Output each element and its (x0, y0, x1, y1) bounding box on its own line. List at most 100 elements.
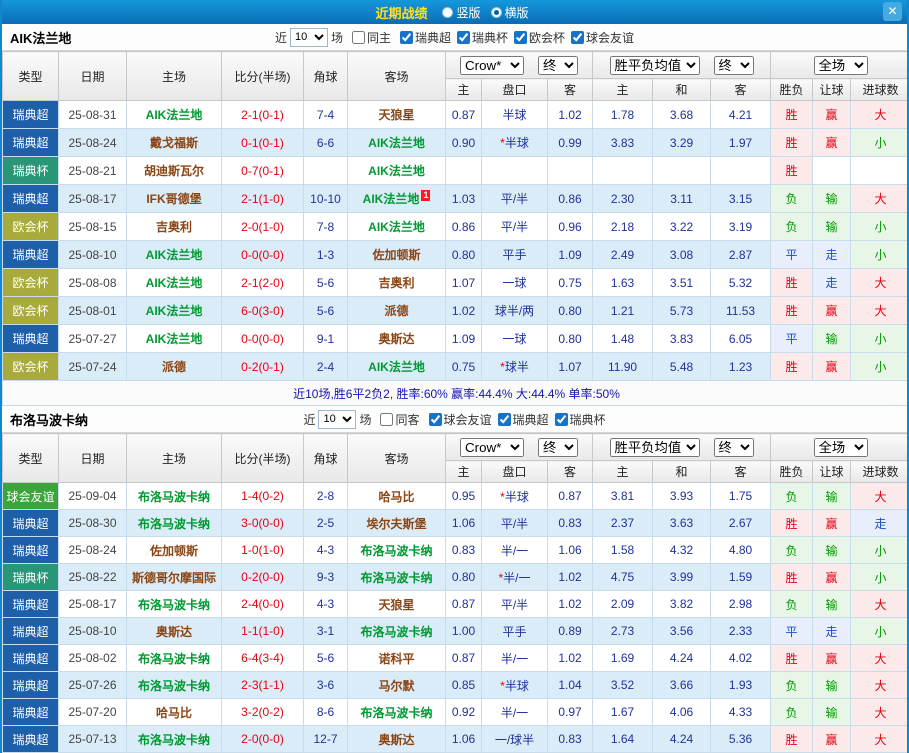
league-checkbox[interactable] (514, 30, 528, 44)
handicap-result-cell: 输 (812, 482, 852, 510)
league-checkbox[interactable] (571, 30, 585, 44)
league-checkbox[interactable] (497, 412, 511, 426)
home-team-cell[interactable]: 布洛马波卡纳 (126, 590, 222, 618)
scope-group-header: 全场 (770, 51, 907, 79)
home-team-cell[interactable]: 派德 (126, 352, 222, 381)
league-checkbox[interactable] (428, 412, 442, 426)
away-team-cell[interactable]: 布洛马波卡纳 (347, 536, 446, 564)
away-team-cell[interactable]: AIK法兰地 (347, 352, 446, 381)
away-team-cell[interactable]: 布洛马波卡纳 (347, 698, 446, 726)
scope-group-header: 全场 (770, 433, 907, 461)
avg-win-cell: 2.73 (592, 617, 654, 645)
home-team-cell[interactable]: 奥斯达 (126, 617, 222, 645)
league-type-cell: 欧会杯 (2, 212, 59, 241)
home-team-cell[interactable]: 布洛马波卡纳 (126, 482, 222, 510)
away-team-cell[interactable]: 布洛马波卡纳 (347, 617, 446, 645)
avg-source-select[interactable]: 胜平负均值 (609, 437, 700, 457)
same-venue-checkbox[interactable] (351, 30, 365, 44)
home-team-cell[interactable]: 布洛马波卡纳 (126, 509, 222, 537)
corner-cell: 4-3 (303, 536, 348, 564)
corner-cell: 2-4 (303, 352, 348, 381)
odds-source-select[interactable]: Crow* (460, 55, 524, 75)
avg-final-select[interactable]: 终 (713, 437, 754, 457)
league-filter[interactable]: 瑞典超 (399, 29, 451, 46)
home-team-cell[interactable]: 布洛马波卡纳 (126, 725, 222, 753)
date-cell: 25-08-10 (58, 617, 127, 645)
away-team-cell[interactable]: 奥斯达 (347, 725, 446, 753)
avg-source-select[interactable]: 胜平负均值 (609, 55, 700, 75)
match-row: 瑞典超 25-08-31 AIK法兰地 2-1(0-1) 7-4 天狼星 0.87 半球 1.0… (2, 100, 907, 129)
league-filter[interactable]: 瑞典杯 (457, 29, 508, 46)
layout-option-horizontal[interactable]: 横版 (490, 4, 529, 21)
away-team-cell[interactable]: 奥斯达 (347, 324, 446, 353)
home-team-cell[interactable]: 斯德哥尔摩国际 (126, 563, 222, 591)
odds-home-cell: 0.83 (445, 536, 482, 564)
away-team-cell[interactable]: 佐加顿斯 (347, 240, 446, 269)
avg-draw-cell (652, 156, 712, 185)
avg-final-select[interactable]: 终 (713, 55, 754, 75)
match-count-select[interactable]: 10 (318, 409, 357, 429)
score-cell: 2-3(1-1) (221, 671, 304, 699)
subcol-goals: 进球数 (850, 460, 907, 483)
away-team-cell[interactable]: 哈马比 (347, 482, 446, 510)
away-team-cell[interactable]: AIK法兰地 (347, 156, 446, 185)
odds-group-header: Crow* 终 (444, 51, 594, 79)
league-checkbox[interactable] (457, 30, 470, 44)
away-team-cell[interactable]: 派德 (347, 296, 446, 325)
home-team-cell[interactable]: 戴戈福斯 (126, 128, 222, 157)
games-label: 场 (330, 30, 343, 45)
close-icon[interactable]: ✕ (883, 2, 902, 21)
away-team-cell[interactable]: 马尔默 (347, 671, 446, 699)
home-team-cell[interactable]: IFK哥德堡 (126, 184, 222, 213)
same-venue-filter[interactable]: 同客 (380, 411, 420, 428)
home-team-cell[interactable]: AIK法兰地 (126, 240, 222, 269)
league-checkbox[interactable] (399, 30, 413, 44)
handicap-result-cell: 走 (812, 240, 852, 269)
odds-final-select[interactable]: 终 (538, 55, 578, 75)
away-team-cell[interactable]: 埃尔夫斯堡 (347, 509, 446, 537)
away-team-cell[interactable]: 天狼星 (347, 100, 446, 129)
league-filter[interactable]: 球会友谊 (428, 411, 492, 428)
away-team-cell[interactable]: AIK法兰地 (347, 128, 446, 157)
odds-source-select[interactable]: Crow* (460, 437, 524, 457)
home-team-cell[interactable]: 胡迪斯瓦尔 (126, 156, 222, 185)
handicap-cell: 半/一 (481, 536, 548, 564)
home-team-cell[interactable]: 吉奥利 (126, 212, 222, 241)
odds-final-select[interactable]: 终 (538, 437, 578, 457)
league-type-cell: 瑞典超 (2, 536, 59, 564)
scope-select[interactable]: 全场 (813, 55, 868, 75)
odds-away-cell: 0.80 (546, 324, 594, 353)
summary-row: 近10场,胜6平2负2, 胜率:60% 赢率:44.4% 大:44.4% 单率:… (2, 380, 907, 406)
league-filter[interactable]: 欧会杯 (514, 29, 565, 46)
home-team-cell[interactable]: AIK法兰地 (126, 100, 222, 129)
layout-option-vertical[interactable]: 竖版 (442, 4, 481, 21)
away-team-cell[interactable]: 诺科平 (347, 644, 446, 672)
league-filter[interactable]: 瑞典杯 (554, 411, 606, 428)
match-count-select[interactable]: 10 (289, 27, 328, 47)
scope-select[interactable]: 全场 (813, 437, 868, 457)
away-team-cell[interactable]: 天狼星 (347, 590, 446, 618)
same-venue-filter[interactable]: 同主 (351, 29, 391, 46)
away-team-cell[interactable]: 吉奥利 (347, 268, 446, 297)
avg-lose-cell: 4.80 (710, 536, 772, 564)
home-team-cell[interactable]: AIK法兰地 (126, 324, 222, 353)
away-team-cell[interactable]: AIK法兰地 (347, 212, 446, 241)
league-filter[interactable]: 瑞典超 (497, 411, 549, 428)
odds-home-cell: 1.06 (445, 725, 482, 753)
home-team-cell[interactable]: 布洛马波卡纳 (126, 671, 222, 699)
league-filter[interactable]: 球会友谊 (571, 29, 634, 46)
home-team-cell[interactable]: 哈马比 (126, 698, 222, 726)
same-venue-checkbox[interactable] (380, 412, 394, 426)
home-team-cell[interactable]: AIK法兰地 (126, 296, 222, 325)
score-cell: 1-1(1-0) (221, 617, 304, 645)
goal-result-cell: 大 (850, 296, 907, 325)
date-cell: 25-08-21 (58, 156, 127, 185)
home-team-cell[interactable]: 布洛马波卡纳 (126, 644, 222, 672)
league-checkbox[interactable] (554, 412, 568, 426)
home-team-cell[interactable]: 佐加顿斯 (126, 536, 222, 564)
avg-lose-cell: 5.36 (710, 725, 772, 753)
away-team-cell[interactable]: AIK法兰地 1 (347, 184, 446, 213)
away-team-cell[interactable]: 布洛马波卡纳 (347, 563, 446, 591)
score-cell: 2-1(0-1) (221, 100, 304, 129)
home-team-cell[interactable]: AIK法兰地 (126, 268, 222, 297)
